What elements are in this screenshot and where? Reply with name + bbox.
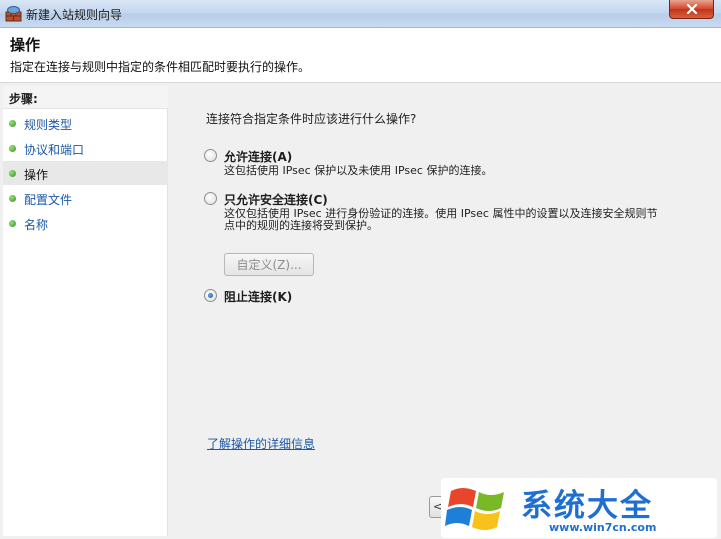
option-block-connection[interactable]: 阻止连接(K) (204, 288, 292, 305)
secure-label[interactable]: 只允许安全连接(C) (224, 191, 328, 208)
step-rule-type[interactable]: 规则类型 (3, 111, 168, 135)
step-label: 协议和端口 (24, 143, 85, 157)
allow-label[interactable]: 允许连接(A) (224, 148, 292, 165)
step-label: 操作 (24, 168, 49, 182)
secure-radio[interactable] (204, 192, 217, 205)
page-title: 操作 (10, 36, 41, 54)
green-dot-icon (9, 195, 16, 202)
watermark-title: 系统大全 (521, 488, 653, 524)
green-dot-icon (9, 120, 16, 127)
green-dot-icon (9, 220, 16, 227)
firewall-wall-icon (5, 6, 22, 22)
close-button[interactable] (669, 0, 714, 19)
window-title: 新建入站规则向导 (26, 8, 123, 22)
step-action[interactable]: 操作 (3, 161, 168, 185)
page-description: 指定在连接与规则中指定的条件相匹配时要执行的操作。 (10, 60, 311, 74)
watermark-url: www.win7cn.com (549, 521, 657, 534)
learn-more-link[interactable]: 了解操作的详细信息 (207, 435, 315, 452)
option-allow-connection[interactable]: 允许连接(A) (204, 148, 292, 165)
step-profile[interactable]: 配置文件 (3, 186, 168, 210)
block-radio[interactable] (204, 289, 217, 302)
step-label: 配置文件 (24, 193, 73, 207)
action-pane: 连接符合指定条件时应该进行什么操作? 允许连接(A) 这包括使用 IPsec 保… (172, 86, 718, 536)
step-name[interactable]: 名称 (3, 211, 168, 235)
step-protocol-and-ports[interactable]: 协议和端口 (3, 136, 168, 160)
block-label[interactable]: 阻止连接(K) (224, 288, 292, 305)
customize-button[interactable]: 自定义(Z)... (224, 253, 314, 276)
green-dot-icon (9, 145, 16, 152)
steps-sidebar: 步骤: 规则类型 协议和端口 操作 配置文件 名称 (3, 86, 168, 536)
step-label: 名称 (24, 218, 49, 232)
wizard-header: 操作 指定在连接与规则中指定的条件相匹配时要执行的操作。 (0, 28, 721, 83)
title-bar: 新建入站规则向导 (0, 0, 721, 28)
secure-description: 这仅包括使用 IPsec 进行身份验证的连接。使用 IPsec 属性中的设置以及… (224, 207, 658, 232)
action-question: 连接符合指定条件时应该进行什么操作? (206, 112, 417, 126)
step-label: 规则类型 (24, 118, 73, 132)
close-icon (686, 4, 697, 14)
allow-description: 这包括使用 IPsec 保护以及未使用 IPsec 保护的连接。 (224, 164, 493, 177)
green-dot-icon (9, 170, 16, 177)
site-watermark: 系统大全 www.win7cn.com (441, 478, 717, 538)
steps-heading: 步骤: (3, 86, 168, 109)
option-allow-secure-connection[interactable]: 只允许安全连接(C) (204, 191, 328, 208)
allow-radio[interactable] (204, 149, 217, 162)
windows-flag-icon (445, 488, 504, 530)
